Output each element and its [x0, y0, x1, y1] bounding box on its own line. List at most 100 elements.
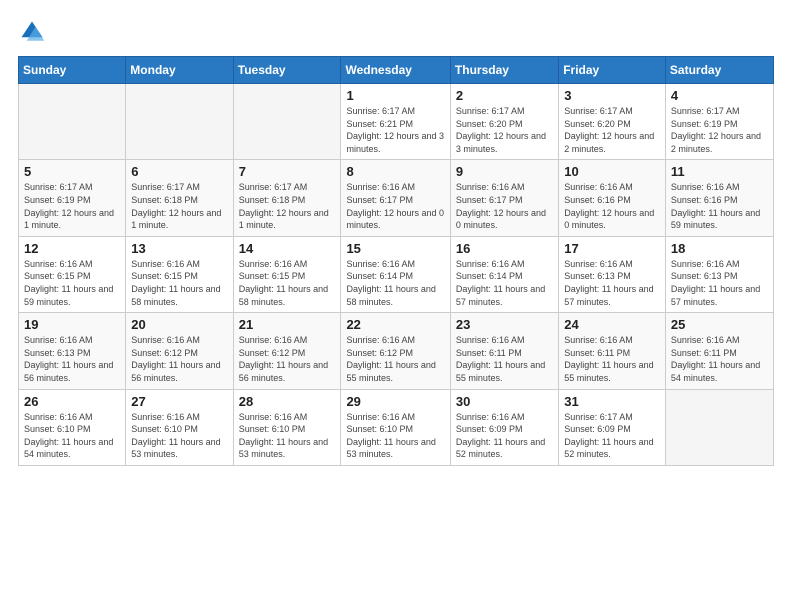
calendar-cell: 10Sunrise: 6:16 AM Sunset: 6:16 PM Dayli… [559, 160, 666, 236]
calendar-cell: 21 Sunrise: 6:16 AM Sunset: 6:12 PM Dayli… [233, 313, 341, 389]
day-info: Sunrise: 6:16 AM Sunset: 6:13 PM Dayligh… [564, 258, 660, 308]
weekday-header-tuesday: Tuesday [233, 57, 341, 84]
day-number: 25 [671, 317, 768, 332]
logo-icon [18, 18, 46, 46]
day-number: 12 [24, 241, 120, 256]
day-number: 3 [564, 88, 660, 103]
calendar-cell: 5 Sunrise: 6:17 AM Sunset: 6:19 PM Daylig… [19, 160, 126, 236]
calendar-cell: 17 Sunrise: 6:16 AM Sunset: 6:13 PM Dayli… [559, 236, 666, 312]
day-number: 17 [564, 241, 660, 256]
day-number: 7 [239, 164, 336, 179]
day-number: 27 [131, 394, 227, 409]
calendar-week-row: 19 Sunrise: 6:16 AM Sunset: 6:13 PM Dayli… [19, 313, 774, 389]
calendar-cell: 29 Sunrise: 6:16 AM Sunset: 6:10 PM Dayli… [341, 389, 450, 465]
calendar-cell: 26 Sunrise: 6:16 AM Sunset: 6:10 PM Dayli… [19, 389, 126, 465]
day-number: 23 [456, 317, 553, 332]
calendar-cell [19, 84, 126, 160]
day-number: 29 [346, 394, 444, 409]
calendar-table: SundayMondayTuesdayWednesdayThursdayFrid… [18, 56, 774, 466]
day-info: Sunrise: 6:16 AM Sunset: 6:10 PM Dayligh… [346, 411, 444, 461]
calendar-cell: 9 Sunrise: 6:16 AM Sunset: 6:17 PM Daylig… [450, 160, 558, 236]
day-number: 9 [456, 164, 553, 179]
day-number: 18 [671, 241, 768, 256]
day-info: Sunrise: 6:16 AM Sunset: 6:13 PM Dayligh… [671, 258, 768, 308]
day-number: 19 [24, 317, 120, 332]
calendar-cell: 23 Sunrise: 6:16 AM Sunset: 6:11 PM Dayli… [450, 313, 558, 389]
calendar-cell: 18 Sunrise: 6:16 AM Sunset: 6:13 PM Dayli… [665, 236, 773, 312]
day-info: Sunrise: 6:16 AM Sunset: 6:11 PM Dayligh… [456, 334, 553, 384]
day-number: 30 [456, 394, 553, 409]
calendar-cell: 12 Sunrise: 6:16 AM Sunset: 6:15 PM Dayli… [19, 236, 126, 312]
calendar-cell: 15Sunrise: 6:16 AM Sunset: 6:14 PM Dayli… [341, 236, 450, 312]
day-info: Sunrise: 6:16 AM Sunset: 6:12 PM Dayligh… [346, 334, 444, 384]
calendar-week-row: 26 Sunrise: 6:16 AM Sunset: 6:10 PM Dayli… [19, 389, 774, 465]
calendar-cell [665, 389, 773, 465]
logo [18, 18, 50, 46]
day-number: 14 [239, 241, 336, 256]
day-info: Sunrise: 6:16 AM Sunset: 6:15 PM Dayligh… [239, 258, 336, 308]
calendar-cell: 31Sunrise: 6:17 AM Sunset: 6:09 PM Dayli… [559, 389, 666, 465]
day-info: Sunrise: 6:17 AM Sunset: 6:09 PM Dayligh… [564, 411, 660, 461]
calendar-cell: 13 Sunrise: 6:16 AM Sunset: 6:15 PM Dayli… [126, 236, 233, 312]
weekday-header-row: SundayMondayTuesdayWednesdayThursdayFrid… [19, 57, 774, 84]
calendar-cell: 6 Sunrise: 6:17 AM Sunset: 6:18 PM Daylig… [126, 160, 233, 236]
day-number: 16 [456, 241, 553, 256]
day-info: Sunrise: 6:16 AM Sunset: 6:11 PM Dayligh… [671, 334, 768, 384]
calendar-cell [233, 84, 341, 160]
calendar-cell: 7 Sunrise: 6:17 AM Sunset: 6:18 PM Daylig… [233, 160, 341, 236]
weekday-header-sunday: Sunday [19, 57, 126, 84]
day-number: 21 [239, 317, 336, 332]
day-info: Sunrise: 6:16 AM Sunset: 6:15 PM Dayligh… [24, 258, 120, 308]
day-info: Sunrise: 6:17 AM Sunset: 6:20 PM Dayligh… [456, 105, 553, 155]
day-number: 28 [239, 394, 336, 409]
day-info: Sunrise: 6:16 AM Sunset: 6:10 PM Dayligh… [24, 411, 120, 461]
calendar-cell: 1Sunrise: 6:17 AM Sunset: 6:21 PM Daylig… [341, 84, 450, 160]
day-info: Sunrise: 6:16 AM Sunset: 6:10 PM Dayligh… [239, 411, 336, 461]
page: SundayMondayTuesdayWednesdayThursdayFrid… [0, 0, 792, 612]
day-info: Sunrise: 6:17 AM Sunset: 6:20 PM Dayligh… [564, 105, 660, 155]
day-number: 13 [131, 241, 227, 256]
weekday-header-friday: Friday [559, 57, 666, 84]
day-number: 6 [131, 164, 227, 179]
day-number: 5 [24, 164, 120, 179]
day-number: 26 [24, 394, 120, 409]
day-info: Sunrise: 6:16 AM Sunset: 6:16 PM Dayligh… [671, 181, 768, 231]
day-info: Sunrise: 6:16 AM Sunset: 6:13 PM Dayligh… [24, 334, 120, 384]
day-number: 11 [671, 164, 768, 179]
day-info: Sunrise: 6:16 AM Sunset: 6:16 PM Dayligh… [564, 181, 660, 231]
day-info: Sunrise: 6:16 AM Sunset: 6:10 PM Dayligh… [131, 411, 227, 461]
calendar-cell: 27 Sunrise: 6:16 AM Sunset: 6:10 PM Dayli… [126, 389, 233, 465]
calendar-cell: 16Sunrise: 6:16 AM Sunset: 6:14 PM Dayli… [450, 236, 558, 312]
day-info: Sunrise: 6:16 AM Sunset: 6:17 PM Dayligh… [456, 181, 553, 231]
calendar-cell: 4 Sunrise: 6:17 AM Sunset: 6:19 PM Daylig… [665, 84, 773, 160]
calendar-cell: 20 Sunrise: 6:16 AM Sunset: 6:12 PM Dayli… [126, 313, 233, 389]
day-number: 20 [131, 317, 227, 332]
calendar-cell: 24Sunrise: 6:16 AM Sunset: 6:11 PM Dayli… [559, 313, 666, 389]
day-info: Sunrise: 6:16 AM Sunset: 6:12 PM Dayligh… [131, 334, 227, 384]
weekday-header-saturday: Saturday [665, 57, 773, 84]
calendar-cell: 11 Sunrise: 6:16 AM Sunset: 6:16 PM Dayli… [665, 160, 773, 236]
calendar-cell: 19 Sunrise: 6:16 AM Sunset: 6:13 PM Dayli… [19, 313, 126, 389]
day-info: Sunrise: 6:16 AM Sunset: 6:15 PM Dayligh… [131, 258, 227, 308]
day-number: 22 [346, 317, 444, 332]
calendar-week-row: 1Sunrise: 6:17 AM Sunset: 6:21 PM Daylig… [19, 84, 774, 160]
day-number: 4 [671, 88, 768, 103]
day-number: 8 [346, 164, 444, 179]
calendar-week-row: 5 Sunrise: 6:17 AM Sunset: 6:19 PM Daylig… [19, 160, 774, 236]
day-info: Sunrise: 6:17 AM Sunset: 6:19 PM Dayligh… [671, 105, 768, 155]
day-info: Sunrise: 6:17 AM Sunset: 6:21 PM Dayligh… [346, 105, 444, 155]
weekday-header-wednesday: Wednesday [341, 57, 450, 84]
calendar-cell: 25 Sunrise: 6:16 AM Sunset: 6:11 PM Dayli… [665, 313, 773, 389]
header [18, 18, 774, 46]
day-info: Sunrise: 6:16 AM Sunset: 6:11 PM Dayligh… [564, 334, 660, 384]
day-info: Sunrise: 6:16 AM Sunset: 6:14 PM Dayligh… [346, 258, 444, 308]
calendar-cell: 14 Sunrise: 6:16 AM Sunset: 6:15 PM Dayli… [233, 236, 341, 312]
day-info: Sunrise: 6:17 AM Sunset: 6:18 PM Dayligh… [239, 181, 336, 231]
day-info: Sunrise: 6:16 AM Sunset: 6:12 PM Dayligh… [239, 334, 336, 384]
calendar-cell: 22 Sunrise: 6:16 AM Sunset: 6:12 PM Dayli… [341, 313, 450, 389]
day-info: Sunrise: 6:16 AM Sunset: 6:09 PM Dayligh… [456, 411, 553, 461]
weekday-header-monday: Monday [126, 57, 233, 84]
day-info: Sunrise: 6:17 AM Sunset: 6:19 PM Dayligh… [24, 181, 120, 231]
day-info: Sunrise: 6:17 AM Sunset: 6:18 PM Dayligh… [131, 181, 227, 231]
day-number: 2 [456, 88, 553, 103]
